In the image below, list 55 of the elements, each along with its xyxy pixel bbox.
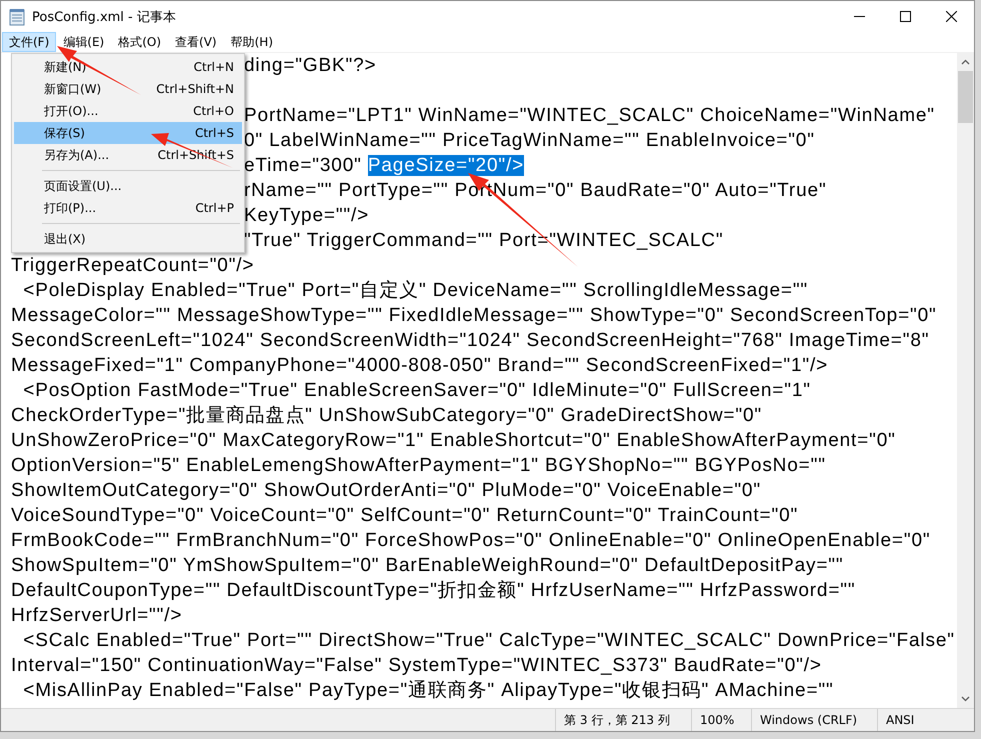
notepad-icon bbox=[9, 8, 25, 26]
menu-item-label: 退出(X) bbox=[44, 230, 86, 248]
maximize-icon bbox=[900, 11, 910, 22]
menu-item[interactable]: 退出(X) bbox=[14, 228, 242, 250]
scroll-down-icon[interactable] bbox=[961, 696, 970, 702]
text-line: SecondScreenLeft="1024" SecondScreenWidth="1024" SecondScreenHeight="768" ImageTime="8" bbox=[11, 330, 930, 351]
shortcut-label: Ctrl+O bbox=[193, 104, 234, 118]
text-line: <PoleDisplay Enabled="True" Port="自定义" DeviceName="" ScrollingIdleMessage="" bbox=[22, 280, 808, 301]
text-line: MessageFixed="1" CompanyPhone="4000-808-050" Brand="" SecondScreenFixed="1"/> bbox=[11, 355, 828, 376]
text-line: <PosOption FastMode="True" EnableScreenSaver="0" IdleMinute="0" FullScreen="1" bbox=[22, 380, 811, 401]
menu-item-label: 另存为(A)... bbox=[44, 146, 110, 164]
menu-item[interactable]: 打印(P)... Ctrl+P bbox=[14, 197, 242, 219]
menu-item-label: 打开(O)... bbox=[44, 102, 98, 120]
status-bar-text: ANSI bbox=[877, 709, 957, 731]
text-line: 0" LabelWinName="" PriceTagWinName="" EnableInvoice="0" bbox=[244, 130, 815, 151]
text-line: KeyType=""/> bbox=[244, 205, 370, 226]
text-line: FrmBookCode="" FrmBranchNum="0" ForceShowPos="0" OnlineEnable="0" OnlineOpenEnable="0" bbox=[11, 530, 930, 551]
menu-item-label: 页面设置(U)... bbox=[44, 178, 122, 194]
text-line: VoiceSoundType="0" VoiceCount="0" SelfCount="0" ReturnCount="0" TrainCount="0" bbox=[11, 505, 798, 526]
menu-item-label: 打印(P)... bbox=[44, 200, 96, 216]
shortcut-label: Ctrl+N bbox=[194, 60, 234, 74]
text-line: UnShowZeroPrice="0" MaxCategoryRow="1" EnableShortcut="0" EnableShowAfterPayment="0" bbox=[11, 430, 896, 451]
window-title: PosConfig.xml - 记事本 bbox=[32, 8, 176, 26]
text-line: ShowSpuItem="0" YmShowSpuItem="0" BarEnableWeighRound="0" DefaultDepositPay="" bbox=[11, 555, 844, 576]
menu-item-label: 保存(S) bbox=[44, 124, 85, 142]
scrollbar-thumb[interactable] bbox=[958, 71, 973, 123]
text-line: PortName="LPT1" WinName="WINTEC_SCALC" ChoiceName="WinName" bbox=[244, 105, 935, 126]
status-bar-text: Windows (CRLF) bbox=[751, 709, 877, 731]
menu-item[interactable]: 页面设置(U)... bbox=[14, 175, 242, 197]
text-line: OptionVersion="5" EnableLemengShowAfterPayment="1" BGYShopNo="" BGYPosNo="" bbox=[11, 455, 826, 476]
menu-item[interactable]: 新窗口(W) Ctrl+Shift+N bbox=[14, 78, 242, 100]
close-icon bbox=[946, 11, 956, 22]
menu-bar-item[interactable]: 文件(F) bbox=[2, 32, 56, 52]
text-line: Interval="150" ContinuationWay="False" SystemType="WINTEC_S373" BaudRate="0"/> bbox=[11, 655, 822, 676]
menu-item[interactable]: 打开(O)... Ctrl+O bbox=[14, 100, 242, 122]
menu-item[interactable]: 保存(S) Ctrl+S bbox=[14, 122, 242, 144]
text-line: DefaultCouponType="" DefaultDiscountType="折扣金额" HrfzUserName="" HrfzPassword="" bbox=[11, 580, 856, 601]
text-line: MessageColor="" MessageShowType="" FixedIdleMessage="" ShowType="0" SecondScreenTop="0" bbox=[11, 305, 937, 326]
text-line: eTime="300" bbox=[244, 155, 363, 176]
status-bar-text: 第 3 行，第 213 列 bbox=[555, 709, 691, 731]
shortcut-label: Ctrl+P bbox=[195, 201, 234, 215]
status-bar-text: 100% bbox=[691, 709, 751, 731]
menu-item-label: 新窗口(W) bbox=[44, 80, 102, 98]
text-line: CheckOrderType="批量商品盘点" UnShowSubCategory="0" GradeDirectShow="0" bbox=[11, 405, 762, 426]
selected-text: PageSize="20"/> bbox=[368, 155, 524, 176]
shortcut-label: Ctrl+Shift+N bbox=[156, 82, 234, 96]
vertical-scrollbar[interactable] bbox=[957, 53, 974, 708]
text-line: HrfzServerUrl=""/> bbox=[11, 605, 182, 626]
text-line: <SCalc Enabled="True" Port="" DirectShow="True" CalcType="WINTEC_SCALC" DownPrice="False" bbox=[22, 630, 955, 651]
scroll-up-icon[interactable] bbox=[961, 59, 970, 65]
text-line: ShowItemOutCategory="0" ShowOutOrderAnti="0" PluMode="0" VoiceEnable="0" bbox=[11, 480, 761, 501]
text-line: TriggerRepeatCount="0"/> bbox=[11, 255, 254, 276]
text-line: <MisAllinPay Enabled="False" PayType="通联商务" AlipayType="收银扫码" AMachine="" bbox=[22, 680, 834, 701]
text-line: ding="GBK"?> bbox=[244, 55, 376, 76]
shortcut-label: Ctrl+S bbox=[194, 126, 234, 140]
